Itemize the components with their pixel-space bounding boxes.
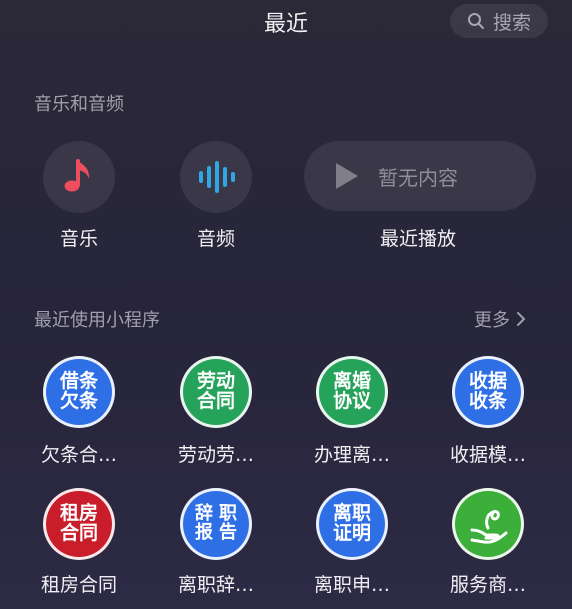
mini-program-icon-service[interactable] xyxy=(452,488,524,560)
mini-program-icon-resignation[interactable]: 辞职 报告 xyxy=(180,488,252,560)
icon-text-line1: 离职 xyxy=(332,502,371,525)
recent-empty-text: 暂无内容 xyxy=(378,165,458,190)
music-label: 音乐 xyxy=(59,228,98,250)
mini-program-label[interactable]: 欠条合… xyxy=(14,440,144,467)
mini-program-icon-labor-contract[interactable]: 劳动 合同 xyxy=(180,356,252,428)
sound-wave-icon xyxy=(199,161,235,193)
more-label: 更多 xyxy=(474,310,510,331)
mini-program-label[interactable]: 服务商… xyxy=(423,570,553,597)
icon-text-line1: 租房 xyxy=(59,502,98,525)
search-button[interactable]: 搜索 xyxy=(450,4,548,38)
icon-text-line2: 合同 xyxy=(59,522,98,544)
mini-program-icon-receipt[interactable]: 收据 收条 xyxy=(452,356,524,428)
music-note-icon xyxy=(64,159,90,192)
icon-text-line2: 报告 xyxy=(195,522,243,543)
mini-program-label[interactable]: 离职申… xyxy=(287,570,417,597)
mini-program-icon-leave-certificate[interactable]: 离职 证明 xyxy=(316,488,388,560)
mini-program-label[interactable]: 收据模… xyxy=(423,440,553,467)
mini-program-label[interactable]: 办理离… xyxy=(287,440,417,467)
icon-text-line2: 合同 xyxy=(196,390,235,412)
icon-text-line2: 证明 xyxy=(332,522,371,544)
mini-program-label[interactable]: 劳动劳… xyxy=(151,440,281,467)
mini-section-title: 最近使用小程序 xyxy=(34,310,160,331)
chevron-right-icon xyxy=(517,312,526,326)
hand-leaf-icon xyxy=(470,510,508,544)
play-icon xyxy=(336,163,358,189)
icon-text-line1: 劳动 xyxy=(196,370,235,393)
recent-play-pill[interactable]: 暂无内容 xyxy=(304,141,536,211)
mini-program-icon-iou[interactable]: 借条 欠条 xyxy=(43,356,115,428)
search-icon xyxy=(467,13,484,29)
mini-program-label[interactable]: 离职辞… xyxy=(151,570,281,597)
music-button[interactable] xyxy=(43,141,115,213)
search-label: 搜索 xyxy=(492,11,531,34)
media-section-title: 音乐和音频 xyxy=(34,94,124,115)
audio-button[interactable] xyxy=(180,141,252,213)
mini-program-label[interactable]: 租房合同 xyxy=(14,570,144,597)
recent-play-label: 最近播放 xyxy=(379,228,456,250)
icon-text-line2: 欠条 xyxy=(59,390,98,412)
mini-program-icon-divorce[interactable]: 离婚 协议 xyxy=(316,356,388,428)
more-link[interactable]: 更多 xyxy=(474,306,526,332)
icon-text-line2: 收条 xyxy=(468,390,507,412)
mini-program-icon-rental[interactable]: 租房 合同 xyxy=(43,488,115,560)
audio-label: 音频 xyxy=(196,228,235,250)
icon-text-line1: 借条 xyxy=(59,370,98,393)
icon-text-line2: 协议 xyxy=(332,390,371,412)
icon-text-line1: 离婚 xyxy=(332,370,371,393)
icon-text-line1: 收据 xyxy=(468,370,507,393)
